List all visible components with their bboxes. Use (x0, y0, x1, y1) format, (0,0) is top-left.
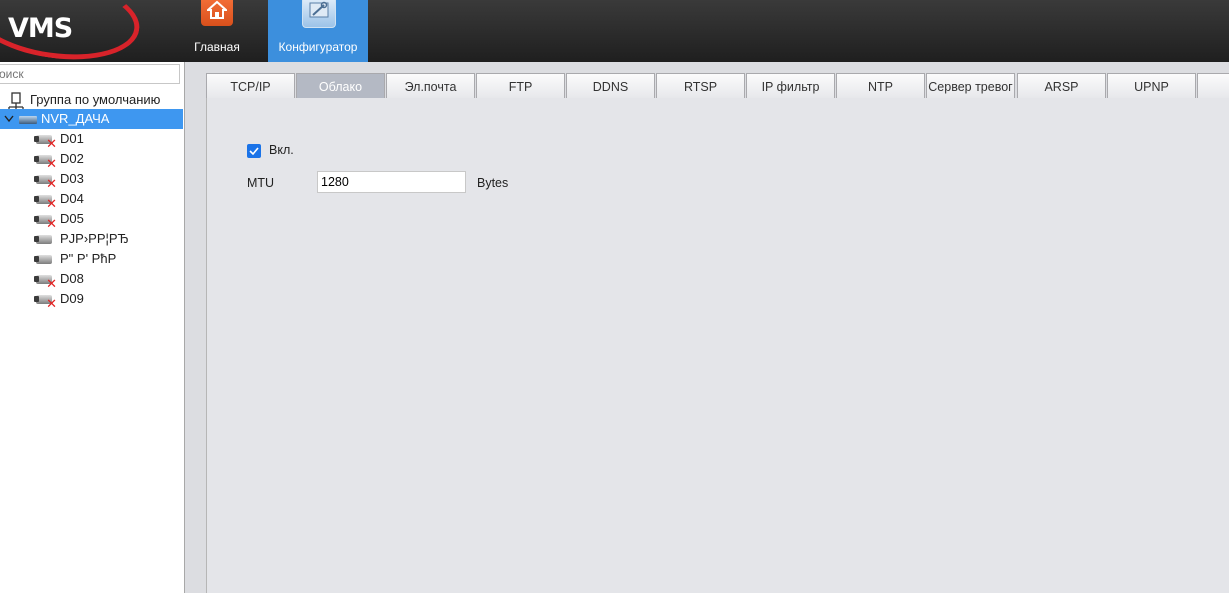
top-bar: VMS Главная Конфигуратор (0, 0, 1229, 62)
camera-label: P" P' PћP (60, 251, 117, 266)
camera-icon: ✕ (34, 133, 57, 151)
cloud-enable-checkbox[interactable] (247, 144, 261, 158)
tab-3[interactable]: FTP (476, 73, 565, 98)
mtu-label: MTU (247, 176, 275, 190)
camera-label: D02 (60, 151, 84, 166)
camera-icon: ✕ (34, 273, 57, 291)
tree-camera-item[interactable]: ✕ D04 (34, 189, 84, 211)
mtu-unit-label: Bytes (477, 176, 509, 190)
camera-label: D01 (60, 131, 84, 146)
offline-x-icon: ✕ (46, 215, 57, 231)
tab-8[interactable]: Сервер тревог (926, 73, 1015, 98)
tree-camera-item[interactable]: P" P' PћP (34, 249, 116, 269)
logo-text: VMS (8, 13, 73, 44)
camera-icon (34, 253, 56, 267)
offline-x-icon: ✕ (46, 275, 57, 291)
tree-camera-item[interactable]: PJP›PP¦PЂ (34, 229, 129, 249)
tree-camera-item[interactable]: ✕ D09 (34, 289, 84, 311)
offline-x-icon: ✕ (46, 175, 57, 191)
tree-camera-item[interactable]: ✕ D05 (34, 209, 84, 231)
tree-group-default[interactable]: Группа по умолчанию (6, 90, 161, 111)
camera-label: D08 (60, 271, 84, 286)
tab-0[interactable]: TCP/IP (206, 73, 295, 98)
tree-camera-item[interactable]: ✕ D02 (34, 149, 84, 171)
offline-x-icon: ✕ (46, 195, 57, 211)
tree-device-nvr[interactable]: NVR_ДАЧА (0, 109, 183, 129)
camera-label: D04 (60, 191, 84, 206)
offline-x-icon: ✕ (46, 295, 57, 311)
camera-icon: ✕ (34, 193, 57, 211)
group-label: Группа по умолчанию (30, 92, 161, 107)
chevron-down-icon[interactable] (2, 109, 16, 129)
camera-icon: ✕ (34, 293, 57, 311)
device-search-input[interactable] (0, 64, 180, 84)
mtu-input[interactable] (317, 171, 466, 193)
tree-camera-item[interactable]: ✕ D03 (34, 169, 84, 191)
offline-x-icon: ✕ (46, 155, 57, 171)
camera-label: D03 (60, 171, 84, 186)
tab-10[interactable]: UPNP (1107, 73, 1196, 98)
home-nav-button[interactable]: Главная (168, 0, 266, 62)
nvr-label: NVR_ДАЧА (41, 111, 110, 126)
camera-icon (34, 233, 56, 247)
camera-label: D05 (60, 211, 84, 226)
configurator-icon (302, 0, 336, 28)
tab-2[interactable]: Эл.почта (386, 73, 475, 98)
tree-camera-item[interactable]: ✕ D01 (34, 129, 84, 151)
configurator-nav-button[interactable]: Конфигуратор (268, 0, 368, 62)
tab-7[interactable]: NTP (836, 73, 925, 98)
config-tabs: TCP/IP Облако Эл.почта FTP DDNS RTSP IP фильтр… (206, 73, 1229, 99)
tab-4[interactable]: DDNS (566, 73, 655, 98)
vms-logo: VMS (0, 0, 150, 62)
home-icon (201, 0, 233, 26)
nvr-icon (19, 115, 37, 124)
tree-camera-item[interactable]: ✕ D08 (34, 269, 84, 291)
offline-x-icon: ✕ (46, 135, 57, 151)
cloud-enable-label: Вкл. (269, 143, 294, 157)
camera-icon: ✕ (34, 153, 57, 171)
camera-label: D09 (60, 291, 84, 306)
configurator-nav-label: Конфигуратор (278, 40, 358, 54)
tab-1[interactable]: Облако (296, 73, 385, 98)
home-nav-label: Главная (194, 40, 240, 54)
tab-9[interactable]: ARSP (1017, 73, 1106, 98)
group-icon (6, 91, 26, 111)
tab-6[interactable]: IP фильтр (746, 73, 835, 98)
camera-icon: ✕ (34, 213, 57, 231)
camera-label: PJP›PP¦PЂ (60, 231, 129, 246)
camera-icon: ✕ (34, 173, 57, 191)
device-tree-panel: Группа по умолчанию NVR_ДАЧА ✕D01✕D02✕D0… (0, 62, 185, 593)
tab-5[interactable]: RTSP (656, 73, 745, 98)
tab-overflow[interactable] (1197, 73, 1229, 98)
